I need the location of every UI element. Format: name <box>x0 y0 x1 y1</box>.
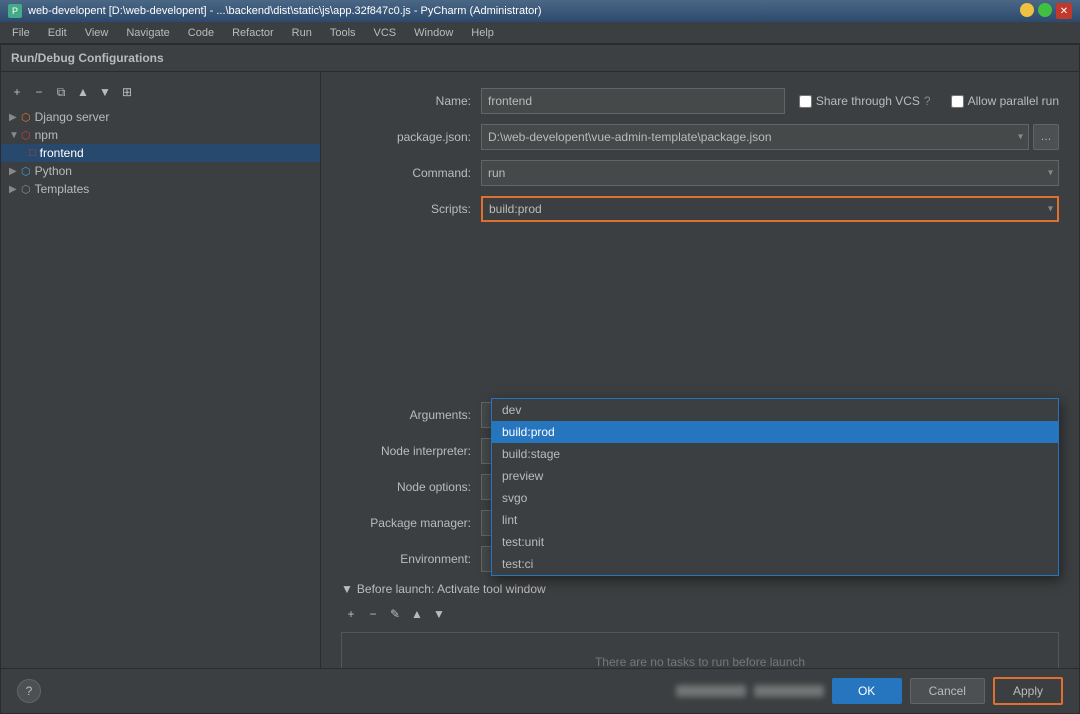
menu-run[interactable]: Run <box>284 25 320 41</box>
vcs-checkbox[interactable] <box>799 95 812 108</box>
maximize-btn[interactable] <box>1038 3 1052 17</box>
cancel-button[interactable]: Cancel <box>910 678 985 704</box>
menu-file[interactable]: File <box>4 25 38 41</box>
vcs-label: Share through VCS <box>816 94 920 108</box>
expand-python-icon: ▶ <box>9 166 21 177</box>
dropdown-item-build-prod[interactable]: build:prod <box>492 421 1058 443</box>
node-interpreter-label: Node interpreter: <box>341 444 481 458</box>
name-label: Name: <box>341 94 481 108</box>
package-json-row: package.json: ▾ … <box>341 124 1059 150</box>
menu-tools[interactable]: Tools <box>322 25 364 41</box>
dropdown-item-test-ci[interactable]: test:ci <box>492 553 1058 575</box>
menu-navigate[interactable]: Navigate <box>118 25 177 41</box>
tree-label-templates: Templates <box>35 182 90 196</box>
tree-item-templates[interactable]: ▶ ⬡ Templates <box>1 180 320 198</box>
add-config-btn[interactable]: + <box>7 82 27 102</box>
apply-button[interactable]: Apply <box>993 677 1063 705</box>
copy-config-btn[interactable]: ⧉ <box>51 82 71 102</box>
app-icon: P <box>8 4 22 18</box>
left-panel: + − ⧉ ▲ ▼ ⊞ ▶ ⬡ Django server ▼ ⬡ npm □ … <box>1 72 321 668</box>
menu-help[interactable]: Help <box>463 25 502 41</box>
dropdown-item-build-stage[interactable]: build:stage <box>492 443 1058 465</box>
tree-item-django[interactable]: ▶ ⬡ Django server <box>1 108 320 126</box>
tree-label-frontend: frontend <box>40 146 84 160</box>
scripts-input[interactable] <box>481 196 1059 222</box>
parallel-label: Allow parallel run <box>968 94 1059 108</box>
dropdown-item-lint[interactable]: lint <box>492 509 1058 531</box>
environment-label: Environment: <box>341 552 481 566</box>
tree-label-django: Django server <box>35 110 110 124</box>
name-input[interactable] <box>481 88 785 114</box>
dropdown-item-svgo[interactable]: svgo <box>492 487 1058 509</box>
package-json-input[interactable] <box>481 124 1029 150</box>
before-launch-header: ▼ Before launch: Activate tool window <box>341 582 1059 596</box>
arguments-label: Arguments: <box>341 408 481 422</box>
before-launch-toolbar: + − ✎ ▲ ▼ <box>341 604 1059 624</box>
move-task-down-btn[interactable]: ▼ <box>429 604 449 624</box>
window-title: web-developent [D:\web-developent] - ...… <box>28 5 542 17</box>
blurred-btn-1 <box>676 685 746 697</box>
sort-btn[interactable]: ⊞ <box>117 82 137 102</box>
expand-templates-icon: ▶ <box>9 184 21 195</box>
command-select[interactable]: run install build test <box>481 160 1059 186</box>
before-launch-empty-area: There are no tasks to run before launch <box>341 632 1059 668</box>
edit-task-btn[interactable]: ✎ <box>385 604 405 624</box>
scripts-dropdown: dev build:prod build:stage preview svgo … <box>491 398 1059 576</box>
menu-refactor[interactable]: Refactor <box>224 25 282 41</box>
right-panel: Name: Share through VCS ? Allow parallel… <box>321 72 1079 668</box>
ok-button[interactable]: OK <box>832 678 902 704</box>
python-icon: ⬡ <box>21 165 31 178</box>
help-button[interactable]: ? <box>17 679 41 703</box>
add-task-btn[interactable]: + <box>341 604 361 624</box>
command-label: Command: <box>341 166 481 180</box>
blurred-btn-2 <box>754 685 824 697</box>
expand-django-icon: ▶ <box>9 112 21 123</box>
remove-task-btn[interactable]: − <box>363 604 383 624</box>
before-launch-expand-icon[interactable]: ▼ <box>341 582 353 596</box>
tree-item-npm[interactable]: ▼ ⬡ npm <box>1 126 320 144</box>
remove-config-btn[interactable]: − <box>29 82 49 102</box>
command-row: Command: run install build test ▾ <box>341 160 1059 186</box>
menu-view[interactable]: View <box>77 25 117 41</box>
templates-icon: ⬡ <box>21 183 31 196</box>
package-json-label: package.json: <box>341 130 481 144</box>
menu-vcs[interactable]: VCS <box>366 25 405 41</box>
name-row: Name: Share through VCS ? Allow parallel… <box>341 88 1059 114</box>
menu-edit[interactable]: Edit <box>40 25 75 41</box>
frontend-icon: □ <box>29 147 36 159</box>
dialog-title: Run/Debug Configurations <box>1 45 1079 72</box>
menu-bar: File Edit View Navigate Code Refactor Ru… <box>0 22 1080 44</box>
close-btn[interactable]: ✕ <box>1056 3 1072 19</box>
move-task-up-btn[interactable]: ▲ <box>407 604 427 624</box>
tree-label-npm: npm <box>35 128 58 142</box>
tree-label-python: Python <box>35 164 72 178</box>
scripts-label: Scripts: <box>341 202 481 216</box>
before-launch-label: Before launch: Activate tool window <box>357 582 546 596</box>
npm-icon: ⬡ <box>21 129 31 142</box>
package-json-browse-btn[interactable]: … <box>1033 124 1059 150</box>
expand-npm-icon: ▼ <box>9 130 21 141</box>
menu-code[interactable]: Code <box>180 25 222 41</box>
run-debug-dialog: Run/Debug Configurations + − ⧉ ▲ ▼ ⊞ ▶ ⬡… <box>0 44 1080 714</box>
left-toolbar: + − ⧉ ▲ ▼ ⊞ <box>1 80 320 104</box>
dialog-footer: ? OK Cancel Apply <box>1 668 1079 713</box>
dropdown-item-preview[interactable]: preview <box>492 465 1058 487</box>
menu-window[interactable]: Window <box>406 25 461 41</box>
move-up-btn[interactable]: ▲ <box>73 82 93 102</box>
vcs-help-icon: ? <box>924 94 931 108</box>
tree-item-python[interactable]: ▶ ⬡ Python <box>1 162 320 180</box>
node-options-label: Node options: <box>341 480 481 494</box>
dropdown-item-dev[interactable]: dev <box>492 399 1058 421</box>
parallel-checkbox[interactable] <box>951 95 964 108</box>
scripts-row: Scripts: ▾ dev build:prod build:stage pr… <box>341 196 1059 222</box>
dropdown-item-test-unit[interactable]: test:unit <box>492 531 1058 553</box>
package-manager-label: Package manager: <box>341 516 481 530</box>
before-launch-empty-message: There are no tasks to run before launch <box>595 655 805 668</box>
minimize-btn[interactable] <box>1020 3 1034 17</box>
move-down-btn[interactable]: ▼ <box>95 82 115 102</box>
title-bar: P web-developent [D:\web-developent] - .… <box>0 0 1080 22</box>
django-icon: ⬡ <box>21 111 31 124</box>
tree-item-frontend[interactable]: □ frontend <box>1 144 320 162</box>
